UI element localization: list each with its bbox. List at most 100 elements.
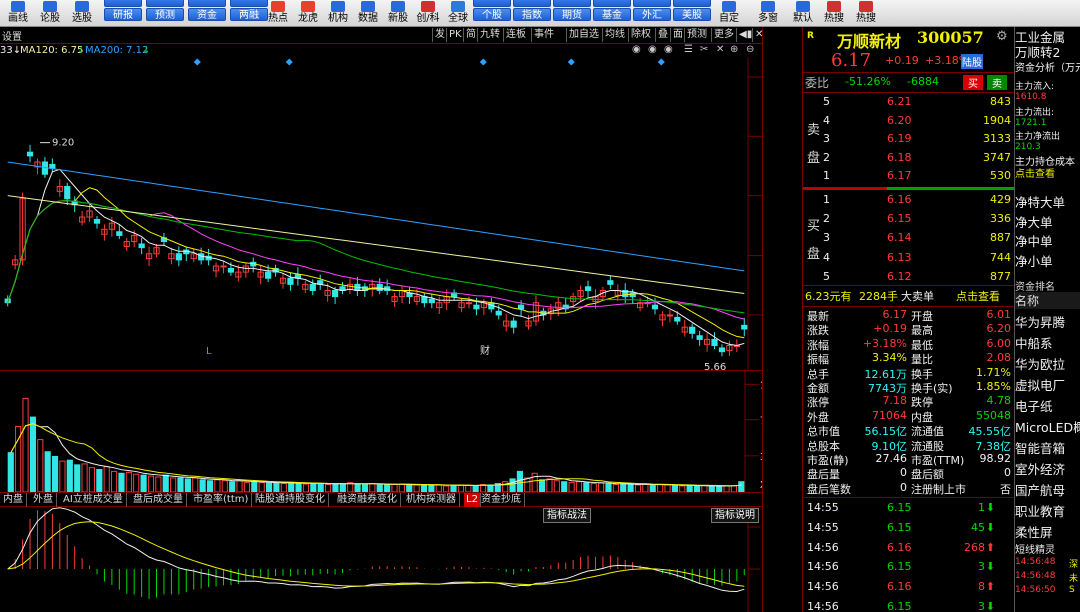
bid-row[interactable]: 2 6.15 336 — [803, 212, 1015, 231]
nav-pill-button[interactable]: 个股 — [473, 8, 511, 21]
chart-tab[interactable]: 发 — [432, 28, 447, 42]
chart-tab[interactable]: 面 — [670, 28, 685, 42]
macd-chart[interactable]: +0.4200 — [0, 507, 762, 612]
nav-pill-button[interactable] — [473, 0, 511, 7]
rank-item[interactable]: MicroLED概念 — [1015, 417, 1080, 436]
flame-button[interactable]: 热点 — [262, 0, 294, 27]
sell-button[interactable]: 卖 — [987, 75, 1007, 90]
eye-icon[interactable]: ◉ — [664, 44, 673, 55]
ask-row[interactable]: 2 6.18 3747 — [803, 151, 1015, 170]
chart-tab[interactable]: 事件 — [531, 28, 556, 42]
indicator-strategy-button[interactable]: 指标战法 — [543, 508, 591, 523]
nav-pill-button[interactable]: 美股 — [673, 8, 711, 21]
net-order-item[interactable]: 净中单 — [1015, 231, 1053, 250]
indicator-tab[interactable]: 融资融券变化 — [334, 493, 401, 507]
indicator-tab[interactable]: 资金抄底 — [478, 493, 525, 507]
nav-pill-button[interactable] — [104, 0, 142, 7]
net-order-item[interactable]: 净大单 — [1015, 212, 1053, 231]
kline-chart[interactable]: 10.299.328.357.376.409.205.66L财 — [0, 58, 762, 370]
bid-row[interactable]: 1 6.16 429 — [803, 193, 1015, 212]
globe-button[interactable]: 全球 — [442, 0, 474, 27]
ask-row[interactable]: 1 6.17 530 — [803, 169, 1015, 188]
chart-tab[interactable]: 更多 — [711, 28, 736, 42]
chart-tab[interactable]: 简 — [463, 28, 478, 42]
custom-button[interactable]: 自定 — [713, 0, 745, 27]
chart-tab[interactable]: 九转 — [477, 28, 502, 42]
nav-pill-button[interactable] — [633, 0, 671, 7]
bid-row[interactable]: 4 6.13 744 — [803, 251, 1015, 270]
bid-row[interactable]: 3 6.14 887 — [803, 231, 1015, 250]
hot-search-button[interactable]: 热搜 — [850, 0, 882, 27]
rank-item[interactable]: 华为昇腾 — [1015, 312, 1065, 331]
indicator-tab[interactable]: 外盘 — [30, 493, 57, 507]
data-button[interactable]: 数据 — [352, 0, 384, 27]
chart-tab[interactable]: 连板 — [503, 28, 528, 42]
rank-item[interactable]: 职业教育 — [1015, 501, 1065, 520]
nav-pill-button[interactable]: 外汇 — [633, 8, 671, 21]
nav-pill-button[interactable] — [553, 0, 591, 7]
settings-label[interactable]: 设置 — [2, 28, 22, 43]
zoom-in-icon[interactable]: ⊕ — [730, 44, 738, 55]
scissors-icon[interactable]: ✂ — [700, 44, 708, 55]
zoom-out-icon[interactable]: ⊖ — [746, 44, 754, 55]
nav-pill-button[interactable]: 资金 — [188, 8, 226, 21]
default-button[interactable]: 默认 — [787, 0, 819, 27]
nav-pill-button[interactable]: 期货 — [553, 8, 591, 21]
rank-item[interactable]: 室外经济 — [1015, 459, 1065, 478]
rank-item[interactable]: 柔性屏 — [1015, 522, 1053, 541]
chart-tab[interactable]: 均线 — [602, 28, 627, 42]
eye-icon[interactable]: ◉ — [632, 44, 641, 55]
star-button[interactable]: 创/科 — [412, 0, 444, 27]
big-order-link[interactable]: 点击查看 — [956, 288, 1000, 304]
net-order-item[interactable]: 净特大单 — [1015, 192, 1065, 211]
ask-row[interactable]: 5 6.21 843 — [803, 95, 1015, 114]
rank-item[interactable]: 国产航母 — [1015, 480, 1065, 499]
chart-tab[interactable]: 除权 — [628, 28, 653, 42]
buy-button[interactable]: 买 — [963, 75, 983, 90]
new-stock-button[interactable]: 新股 — [382, 0, 414, 27]
filter-button[interactable]: 选股 — [66, 0, 98, 27]
nav-pill-button[interactable] — [146, 0, 184, 7]
nav-pill-button[interactable] — [513, 0, 551, 7]
rank-item[interactable]: 虚拟电厂 — [1015, 375, 1065, 394]
rank-item[interactable]: 华为欧拉 — [1015, 354, 1065, 373]
indicator-tab[interactable]: 内盘 — [0, 493, 27, 507]
indicator-tab[interactable]: AI立桩成交量 — [60, 493, 127, 507]
indicator-tab[interactable]: 陆股通持股变化 — [252, 493, 329, 507]
cross-icon[interactable]: ✕ — [716, 44, 724, 55]
nav-pill-button[interactable] — [188, 0, 226, 7]
chart-tab[interactable]: 预测 — [684, 28, 709, 42]
nav-pill-button[interactable]: 研报 — [104, 8, 142, 21]
nav-pill-button[interactable]: 指数 — [513, 8, 551, 21]
rank-item[interactable]: 电子纸 — [1015, 396, 1053, 415]
main-cost-link[interactable]: 点击查看 — [1015, 165, 1055, 180]
nav-pill-button[interactable] — [673, 0, 711, 7]
bid-price: 6.14 — [887, 231, 912, 245]
chat-button[interactable]: 论股 — [34, 0, 66, 27]
volume-chart[interactable]: 1150772386X1000 — [0, 370, 762, 492]
indicator-tab[interactable]: 机构探测器 — [403, 493, 460, 507]
indicator-help-button[interactable]: 指标说明 — [711, 508, 759, 523]
rank-item[interactable]: 智能音箱 — [1015, 438, 1065, 457]
chart-tab[interactable]: 加自选 — [566, 28, 601, 42]
indicator-tab[interactable]: 市盈率(ttm) — [190, 493, 253, 507]
gear-icon[interactable]: ⚙ — [996, 29, 1008, 44]
chart-tab[interactable]: PK — [446, 28, 464, 42]
net-order-item[interactable]: 净小单 — [1015, 251, 1053, 270]
tiger-button[interactable]: 龙虎 — [292, 0, 324, 27]
menu-icon[interactable]: ☰ — [684, 44, 693, 55]
ask-row[interactable]: 3 6.19 3133 — [803, 132, 1015, 151]
nav-pill-button[interactable]: 预测 — [146, 8, 184, 21]
nav-pill-button[interactable] — [593, 0, 631, 7]
chart-tab[interactable]: 叠 — [655, 28, 670, 42]
nav-pill-button[interactable]: 基金 — [593, 8, 631, 21]
rank-item[interactable]: 中船系 — [1015, 333, 1053, 352]
eye-icon[interactable]: ◉ — [648, 44, 657, 55]
ask-row[interactable]: 4 6.20 1904 — [803, 114, 1015, 133]
pencil-button[interactable]: 画线 — [2, 0, 34, 27]
indicator-tab[interactable]: 盘后成交量 — [130, 493, 187, 507]
windows-button[interactable]: 多窗 — [752, 0, 784, 27]
close-icon[interactable]: ✕ — [752, 28, 765, 42]
institution-button[interactable]: 机构 — [322, 0, 354, 27]
hot-search-button[interactable]: 热搜 — [818, 0, 850, 27]
